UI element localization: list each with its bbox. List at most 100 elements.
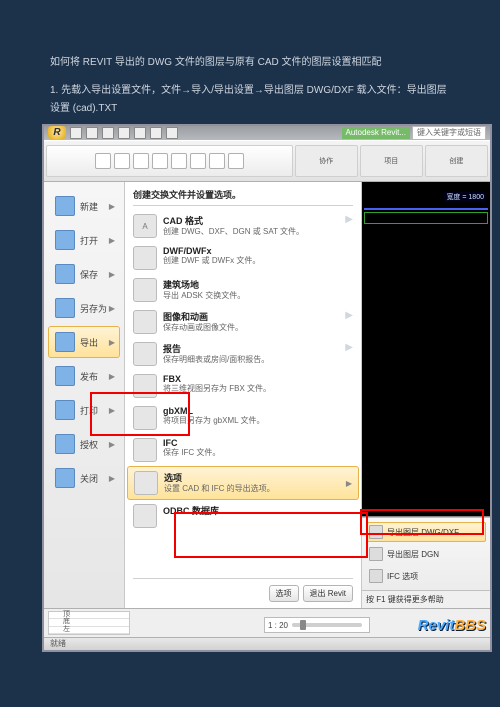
doc-step-1: 1. 先载入导出设置文件，文件→导入/导出设置→导出图层 DWG/DXF 载入文… (50, 82, 450, 118)
export-submenu-item[interactable]: IFC 保存 IFC 文件。 (133, 434, 353, 466)
export-item-desc: 创建 DWG、DXF、DGN 或 SAT 文件。 (163, 227, 339, 237)
annotation-red-box-export (90, 392, 190, 436)
layer-icon (369, 547, 383, 561)
revit-title-tab: Autodesk Revit... (342, 127, 410, 139)
app-menu-item-new[interactable]: 新建 ▶ (48, 190, 120, 222)
doc-title: 如何将 REVIT 导出的 DWG 文件的图层与原有 CAD 文件的图层设置相匹… (50, 54, 450, 72)
chevron-right-icon: ▶ (346, 479, 352, 488)
img-icon (133, 310, 157, 334)
elevation-palette: 顶 底 左 (48, 611, 130, 635)
export-item-desc: 创建 DWF 或 DWFx 文件。 (163, 256, 353, 266)
drawing-canvas[interactable]: 宽度 = 1800 (362, 182, 490, 517)
app-menu-item-close[interactable]: 关闭 ▶ (48, 462, 120, 494)
export-item-title: 建筑场地 (163, 278, 353, 291)
qat-undo-icon[interactable] (102, 127, 114, 139)
f1-hint: 按 F1 键获得更多帮助 (362, 590, 490, 608)
close-icon (55, 468, 75, 488)
chevron-right-icon: ▶ (345, 214, 353, 238)
export-submenu-item[interactable]: DWF/DWFx 创建 DWF 或 DWFx 文件。 (133, 242, 353, 274)
export-item-title: DWF/DWFx (163, 246, 353, 256)
export-item-title: IFC (163, 438, 353, 448)
export-item-desc: 保存 IFC 文件。 (163, 448, 353, 458)
app-menu-button[interactable]: R (48, 126, 66, 140)
canvas-dim-line (364, 208, 488, 210)
ribbon-tool-icon[interactable] (133, 153, 149, 169)
status-bar: 就绪 (44, 637, 490, 650)
chevron-right-icon: ▶ (345, 310, 353, 334)
annotation-red-box-options (174, 512, 368, 558)
app-menu-item-open[interactable]: 打开 ▶ (48, 224, 120, 256)
opt-icon (134, 471, 158, 495)
app-menu-item-label: 关闭 (80, 472, 98, 485)
export-item-desc: 将三维视图另存为 FBX 文件。 (163, 384, 353, 394)
quick-access-toolbar: R Autodesk Revit... 键入关键字或短语 (44, 126, 490, 140)
export-item-title: FBX (163, 374, 353, 384)
export-submenu-item[interactable]: 报告 保存明细表或房间/面积报告。 ▶ (133, 338, 353, 370)
ribbon-tool-icon[interactable] (228, 153, 244, 169)
export-item-desc: 导出 ADSK 交换文件。 (163, 291, 353, 301)
view-control-bar: 顶 底 左 1 : 20 RevitBBS (44, 608, 490, 637)
odbc-icon (133, 504, 157, 528)
dimension-label: 宽度 = 1800 (444, 192, 486, 202)
app-menu-item-export[interactable]: 导出 ▶ (48, 326, 120, 358)
ribbon-tool-icon[interactable] (95, 153, 111, 169)
ribbon-panel-create[interactable]: 创建 (425, 145, 488, 177)
canvas-wall-element[interactable] (364, 212, 488, 224)
export-panel-header: 创建交换文件并设置选项。 (133, 188, 353, 206)
export-submenu-item[interactable]: 建筑场地 导出 ADSK 交换文件。 (133, 274, 353, 306)
qat-print-icon[interactable] (134, 127, 146, 139)
app-menu-item-save[interactable]: 保存 ▶ (48, 258, 120, 290)
zoom-slider-thumb[interactable] (300, 620, 306, 630)
export-item-title: 报告 (163, 342, 339, 355)
ribbon-panel-main (46, 145, 293, 177)
site-icon (133, 278, 157, 302)
app-menu-item-label: 另存为 (80, 302, 107, 315)
rpt-icon (133, 342, 157, 366)
publish-icon (55, 366, 75, 386)
ribbon-tool-icon[interactable] (114, 153, 130, 169)
export-submenu-item[interactable]: 图像和动画 保存动画或图像文件。 ▶ (133, 306, 353, 338)
chevron-right-icon: ▶ (345, 342, 353, 366)
app-menu-item-publish[interactable]: 发布 ▶ (48, 360, 120, 392)
exit-revit-button[interactable]: 退出 Revit (303, 585, 353, 602)
app-menu-item-label: 新建 (80, 200, 98, 213)
ribbon-tool-icon[interactable] (171, 153, 187, 169)
export-option-flyout-item[interactable]: 导出图层 DGN (366, 544, 486, 564)
qat-save-icon[interactable] (86, 127, 98, 139)
ribbon-panel-project[interactable]: 项目 (360, 145, 423, 177)
export-item-title: CAD 格式 (163, 214, 339, 227)
zoom-scale-label: 1 : 20 (268, 621, 288, 630)
ribbon-tool-icon[interactable] (209, 153, 225, 169)
infocenter-search[interactable]: 键入关键字或短语 (412, 126, 486, 140)
zoom-control[interactable]: 1 : 20 (264, 617, 370, 633)
app-menu-item-label: 保存 (80, 268, 98, 281)
layer-icon (369, 569, 383, 583)
qat-open-icon[interactable] (70, 127, 82, 139)
export-item-title: 图像和动画 (163, 310, 339, 323)
export-item-desc: 设置 CAD 和 IFC 的导出选项。 (164, 484, 340, 494)
app-menu-item-label: 导出 (80, 336, 98, 349)
export-submenu-item[interactable]: 选项 设置 CAD 和 IFC 的导出选项。 ▶ (127, 466, 359, 500)
export-item-desc: 将项目另存为 gbXML 文件。 (163, 416, 353, 426)
dwf-icon (133, 246, 157, 270)
export-item-desc: 保存动画或图像文件。 (163, 323, 339, 333)
ribbon-tool-icon[interactable] (152, 153, 168, 169)
export-item-title: 选项 (164, 471, 340, 484)
export-submenu-item[interactable]: A CAD 格式 创建 DWG、DXF、DGN 或 SAT 文件。 ▶ (133, 210, 353, 242)
chevron-right-icon: ▶ (109, 202, 115, 211)
saveas-icon (55, 298, 75, 318)
revit-screenshot: R Autodesk Revit... 键入关键字或短语 (42, 124, 492, 652)
new-icon (55, 196, 75, 216)
chevron-right-icon: ▶ (109, 338, 115, 347)
ribbon-tool-icon[interactable] (190, 153, 206, 169)
qat-more-icon[interactable] (166, 127, 178, 139)
export-icon (55, 332, 75, 352)
save-icon (55, 264, 75, 284)
flyout-item-label: IFC 选项 (387, 571, 418, 582)
qat-sync-icon[interactable] (150, 127, 162, 139)
options-button[interactable]: 选项 (269, 585, 299, 602)
ribbon-panel-collab[interactable]: 协作 (295, 145, 358, 177)
export-option-flyout-item[interactable]: IFC 选项 (366, 566, 486, 586)
app-menu-item-saveas[interactable]: 另存为 ▶ (48, 292, 120, 324)
qat-redo-icon[interactable] (118, 127, 130, 139)
